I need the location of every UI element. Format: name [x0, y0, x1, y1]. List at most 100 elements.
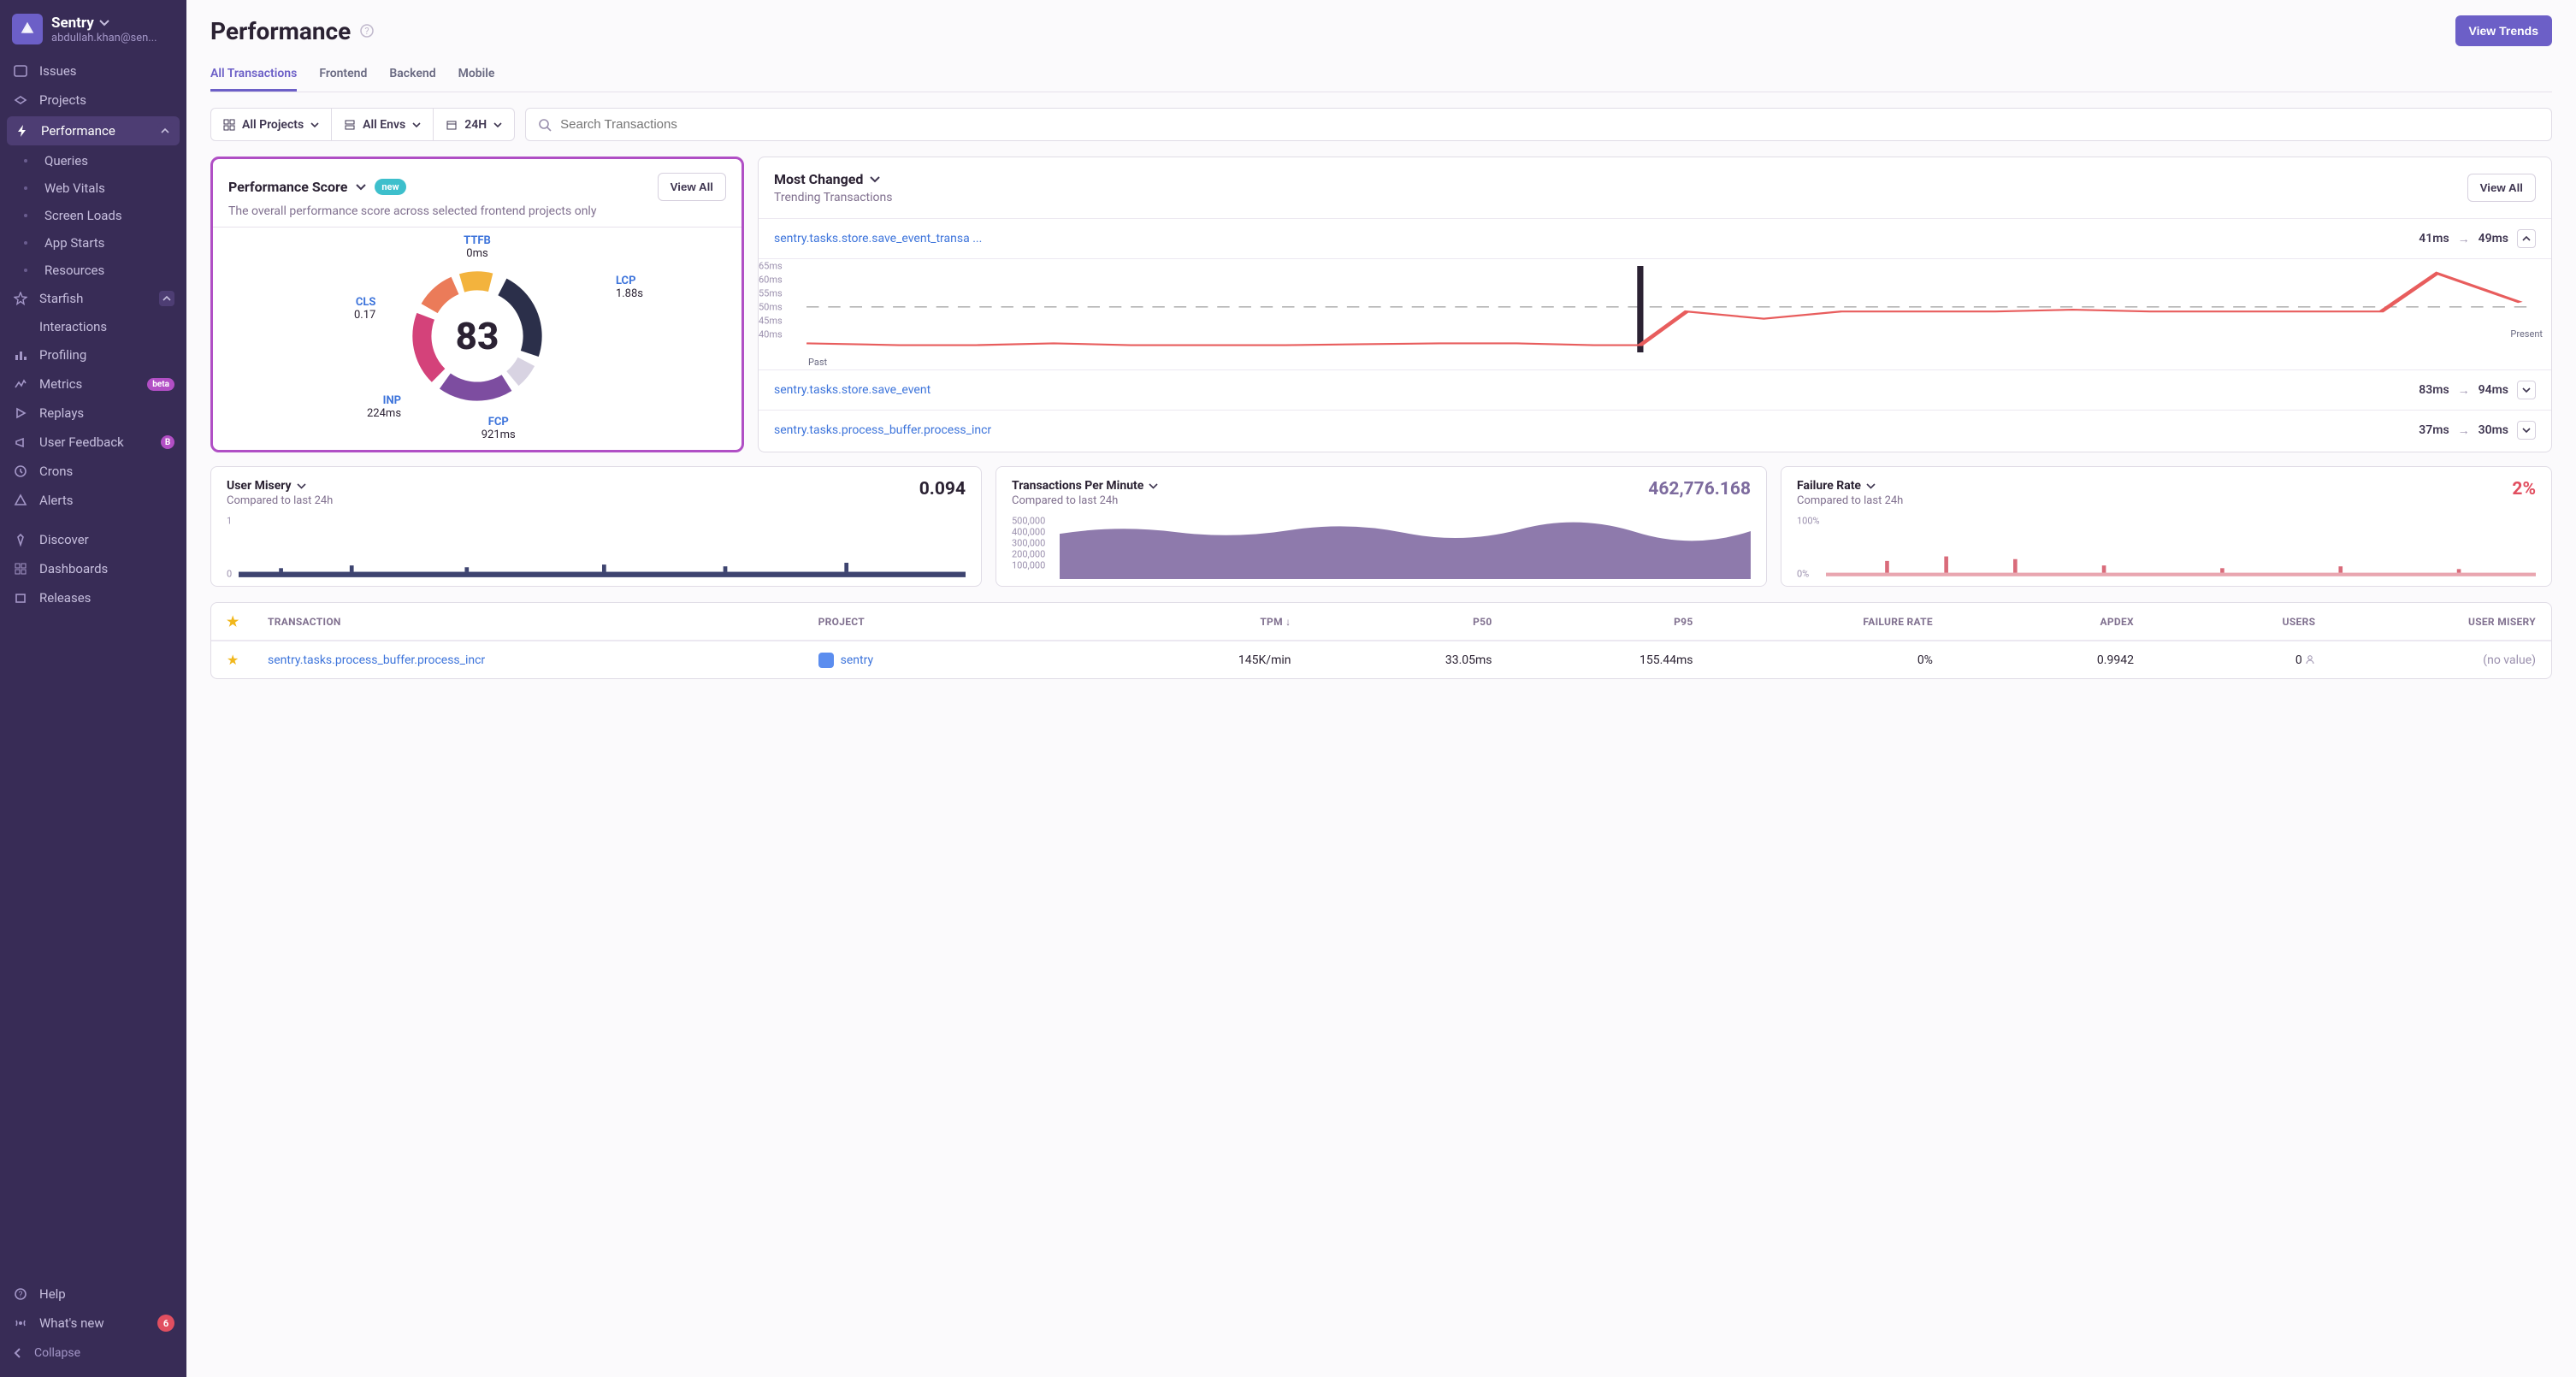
trending-item[interactable]: sentry.tasks.process_buffer.process_incr…: [759, 410, 2551, 450]
tpm-value: 462,776.168: [1648, 479, 1751, 499]
projects-filter[interactable]: All Projects: [211, 109, 332, 140]
sidebar-item-dashboards[interactable]: Dashboards: [0, 554, 186, 583]
main: Performance ? View Trends All Transactio…: [186, 0, 2576, 1377]
sidebar-item-replays[interactable]: Replays: [0, 399, 186, 428]
sidebar-collapse[interactable]: Collapse: [0, 1338, 186, 1368]
tab-mobile[interactable]: Mobile: [458, 58, 495, 92]
star-icon[interactable]: ★: [227, 652, 261, 668]
users-cell: 0: [2141, 653, 2315, 667]
ytick: 50ms: [759, 302, 783, 313]
expand-button[interactable]: [2517, 381, 2536, 399]
metric-fcp: FCP921ms: [482, 416, 516, 441]
chevron-down-icon: [2522, 426, 2531, 434]
sidebar-item-resources[interactable]: Resources: [0, 257, 186, 284]
search-icon: [538, 118, 552, 132]
sidebar-item-interactions[interactable]: Interactions: [0, 313, 186, 340]
sidebar-item-alerts[interactable]: Alerts: [0, 486, 186, 515]
org-email: abdullah.khan@sen...: [51, 32, 157, 44]
server-icon: [344, 119, 356, 131]
chevron-up-icon[interactable]: [157, 123, 173, 139]
sidebar-item-projects[interactable]: Projects: [0, 86, 186, 115]
tab-frontend[interactable]: Frontend: [319, 58, 367, 92]
dot-icon: [24, 159, 27, 163]
count-badge: 6: [157, 1315, 174, 1332]
grid-icon: [12, 560, 29, 577]
org-switcher[interactable]: Sentry abdullah.khan@sen...: [0, 9, 186, 56]
clock-icon: [12, 463, 29, 480]
sidebar-item-metrics[interactable]: Metricsbeta: [0, 369, 186, 399]
chevron-down-icon[interactable]: [1149, 482, 1158, 491]
trending-link[interactable]: sentry.tasks.store.save_event_transa ...: [774, 232, 982, 245]
tabs: All Transactions Frontend Backend Mobile: [210, 58, 2552, 92]
b-badge: B: [161, 435, 174, 449]
time-filter[interactable]: 24H: [434, 109, 514, 140]
view-all-button[interactable]: View All: [658, 173, 726, 201]
chevron-down-icon[interactable]: [870, 174, 880, 185]
sidebar-item-profiling[interactable]: Profiling: [0, 340, 186, 369]
user-misery-chart: 1 0: [227, 516, 966, 579]
sidebar-item-web-vitals[interactable]: Web Vitals: [0, 174, 186, 202]
tpm-card: Transactions Per MinuteCompared to last …: [996, 466, 1767, 587]
metric-inp: INP224ms: [367, 394, 401, 420]
sidebar-item-queries[interactable]: Queries: [0, 147, 186, 174]
sidebar-item-releases[interactable]: Releases: [0, 583, 186, 612]
ytick: 500,000: [1012, 516, 1045, 527]
metric-cls: CLS0.17: [354, 296, 375, 322]
chevron-up-icon[interactable]: [159, 291, 174, 306]
trending-item[interactable]: sentry.tasks.store.save_event_transa ...…: [759, 218, 2551, 258]
view-trends-button[interactable]: View Trends: [2455, 15, 2552, 46]
sidebar-item-discover[interactable]: Discover: [0, 525, 186, 554]
sidebar: Sentry abdullah.khan@sen... Issues Proje…: [0, 0, 186, 1377]
user-misery-card: User MiseryCompared to last 24h 0.094 1 …: [210, 466, 982, 587]
metrics-icon: [12, 375, 29, 393]
collapse-button[interactable]: [2517, 229, 2536, 248]
sidebar-item-performance[interactable]: Performance: [7, 116, 180, 145]
perf-score-donut: 83 TTFB0ms LCP1.88s FCP921ms INP224ms CL…: [213, 228, 741, 450]
help-icon[interactable]: ?: [359, 23, 375, 38]
tab-all-transactions[interactable]: All Transactions: [210, 58, 297, 92]
chevron-down-icon[interactable]: [1866, 482, 1876, 491]
view-all-button[interactable]: View All: [2467, 174, 2536, 202]
project-cell[interactable]: sentry: [818, 653, 1090, 668]
ytick: 300,000: [1012, 538, 1045, 549]
trending-item[interactable]: sentry.tasks.store.save_event 83ms→94ms: [759, 369, 2551, 410]
chevron-up-icon: [2522, 234, 2531, 243]
sidebar-item-issues[interactable]: Issues: [0, 56, 186, 86]
megaphone-icon: [12, 434, 29, 451]
expand-button[interactable]: [2517, 421, 2536, 440]
metric-lcp: LCP1.88s: [616, 275, 643, 300]
sidebar-item-whats-new[interactable]: What's new6: [0, 1309, 186, 1338]
sidebar-item-starfish[interactable]: Starfish: [0, 284, 186, 313]
page-title: Performance ?: [210, 17, 375, 45]
table-row[interactable]: ★ sentry.tasks.process_buffer.process_in…: [211, 641, 2551, 678]
sidebar-item-user-feedback[interactable]: User FeedbackB: [0, 428, 186, 457]
sidebar-item-screen-loads[interactable]: Screen Loads: [0, 202, 186, 229]
chevron-down-icon[interactable]: [297, 482, 306, 491]
tpm-header[interactable]: TPM ↓: [1096, 616, 1291, 628]
sidebar-item-app-starts[interactable]: App Starts: [0, 229, 186, 257]
failure-rate-chart: 100% 0%: [1797, 516, 2536, 579]
ytick: 200,000: [1012, 549, 1045, 560]
tpm-chart: 500,000400,000300,000200,000100,000: [1012, 516, 1751, 579]
failure-rate-card: Failure RateCompared to last 24h 2% 100%…: [1781, 466, 2552, 587]
dot-icon: [24, 186, 27, 190]
perf-score-value: 83: [456, 314, 499, 358]
chevron-down-icon: [2522, 386, 2531, 394]
chevron-down-icon[interactable]: [356, 182, 366, 192]
search-input[interactable]: [525, 108, 2552, 141]
chevron-left-icon: [12, 1347, 24, 1359]
ytick: 400,000: [1012, 527, 1045, 538]
profiling-icon: [12, 346, 29, 363]
python-icon: [818, 653, 834, 668]
star-icon[interactable]: ★: [227, 613, 261, 629]
envs-filter[interactable]: All Envs: [332, 109, 434, 140]
trending-link[interactable]: sentry.tasks.store.save_event: [774, 383, 931, 397]
trending-link[interactable]: sentry.tasks.process_buffer.process_incr: [774, 423, 991, 437]
transaction-link[interactable]: sentry.tasks.process_buffer.process_incr: [268, 653, 812, 667]
tab-backend[interactable]: Backend: [389, 58, 435, 92]
chevron-down-icon: [412, 121, 421, 129]
sidebar-item-crons[interactable]: Crons: [0, 457, 186, 486]
svg-text:?: ?: [365, 26, 369, 37]
chevron-down-icon: [310, 121, 319, 129]
sidebar-item-help[interactable]: ?Help: [0, 1279, 186, 1309]
